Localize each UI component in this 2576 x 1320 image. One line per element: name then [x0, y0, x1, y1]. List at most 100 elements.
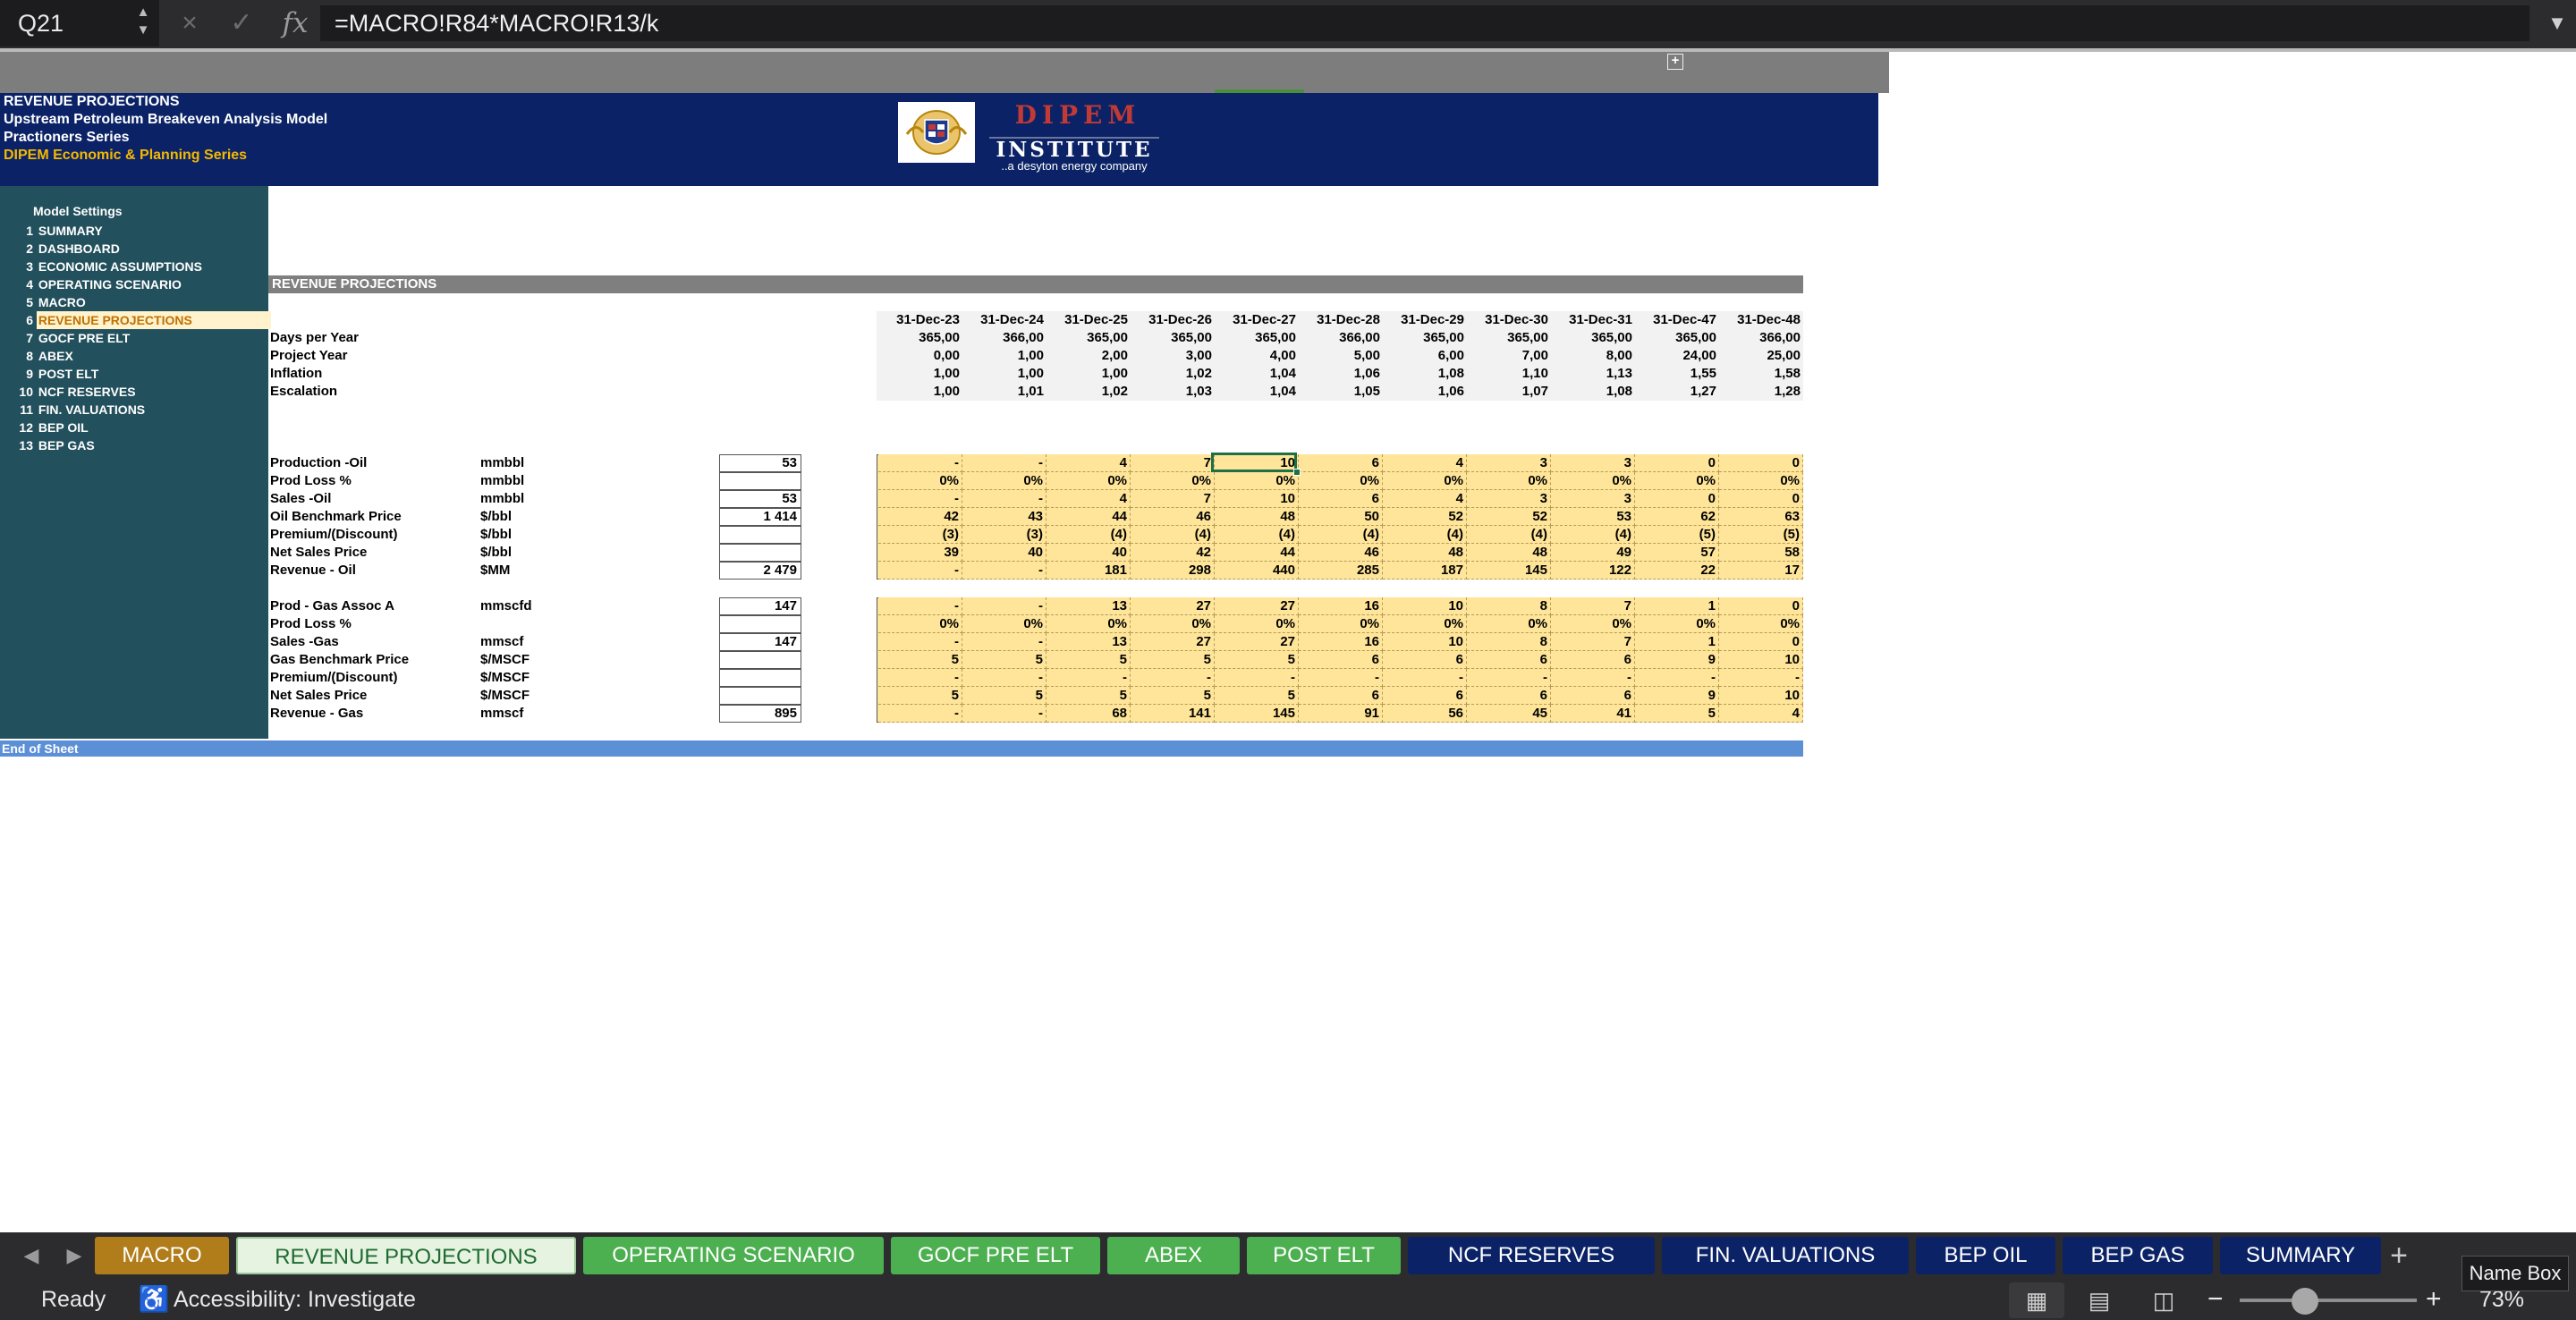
projection-cell[interactable]: 48 [1215, 508, 1299, 526]
projection-cell[interactable]: 0% [1046, 472, 1131, 490]
tab-operating-scenario[interactable]: OPERATING SCENARIO [583, 1237, 884, 1274]
timeline-cell[interactable]: 0,00 [878, 347, 962, 365]
projection-cell[interactable]: 43 [962, 508, 1046, 526]
projection-cell[interactable]: 3 [1551, 490, 1635, 508]
revenue-cell[interactable]: 145 [1215, 705, 1299, 723]
date-header[interactable]: 31-Dec-28 [1299, 311, 1383, 329]
timeline-cell[interactable]: 24,00 [1635, 347, 1719, 365]
timeline-cell[interactable]: 1,06 [1299, 365, 1383, 383]
projection-cell[interactable]: 6 [1299, 454, 1383, 472]
projection-cell[interactable]: 0 [1635, 490, 1719, 508]
revenue-cell[interactable]: 56 [1383, 705, 1467, 723]
accessibility-status[interactable]: Accessibility: Investigate [174, 1279, 416, 1320]
revenue-cell[interactable]: - [878, 705, 962, 723]
projection-cell[interactable]: - [1131, 669, 1215, 687]
timeline-cell[interactable]: 3,00 [1131, 347, 1215, 365]
projection-cell[interactable]: 0 [1719, 633, 1803, 651]
sidebar-item-fin-valuations[interactable]: 11 FIN. VALUATIONS [0, 401, 268, 419]
projection-cell[interactable]: 49 [1551, 544, 1635, 562]
timeline-cell[interactable]: 1,10 [1467, 365, 1551, 383]
projection-cell[interactable]: 0% [1383, 472, 1467, 490]
revenue-cell[interactable]: 122 [1551, 562, 1635, 580]
revenue-cell[interactable]: 285 [1299, 562, 1383, 580]
projection-cell[interactable]: 0% [1131, 615, 1215, 633]
projection-cell[interactable]: 10 [1383, 597, 1467, 615]
projection-cell[interactable]: 1 [1635, 633, 1719, 651]
projection-cell[interactable]: - [1215, 669, 1299, 687]
sidebar-item-summary[interactable]: 1 SUMMARY [0, 222, 268, 240]
timeline-cell[interactable]: 25,00 [1719, 347, 1803, 365]
projection-cell[interactable]: 42 [878, 508, 962, 526]
projection-cell[interactable]: 5 [878, 687, 962, 705]
projection-cell[interactable]: - [1719, 669, 1803, 687]
projection-cell[interactable]: - [1551, 669, 1635, 687]
projection-cell[interactable]: 27 [1215, 597, 1299, 615]
projection-cell[interactable]: 6 [1467, 651, 1551, 669]
date-header[interactable]: 31-Dec-24 [962, 311, 1046, 329]
revenue-cell[interactable]: - [962, 705, 1046, 723]
revenue-cell[interactable]: 181 [1046, 562, 1131, 580]
accessibility-icon[interactable]: ♿ [138, 1279, 170, 1320]
timeline-cell[interactable]: 1,00 [1046, 365, 1131, 383]
projection-cell[interactable]: - [962, 490, 1046, 508]
projection-cell[interactable]: 9 [1635, 687, 1719, 705]
projection-cell[interactable]: 52 [1467, 508, 1551, 526]
cancel-icon[interactable]: × [170, 0, 209, 47]
formula-input[interactable]: =MACRO!R84*MACRO!R13/k [320, 5, 2529, 41]
date-header[interactable]: 31-Dec-27 [1215, 311, 1299, 329]
projection-cell[interactable]: - [878, 490, 962, 508]
projection-cell[interactable]: 4 [1046, 490, 1131, 508]
projection-cell[interactable]: 10 [1719, 651, 1803, 669]
revenue-cell[interactable]: 5 [1635, 705, 1719, 723]
sidebar-item-dashboard[interactable]: 2 DASHBOARD [0, 240, 268, 258]
revenue-cell[interactable]: 45 [1467, 705, 1551, 723]
projection-cell[interactable]: 7 [1551, 633, 1635, 651]
revenue-cell[interactable]: 298 [1131, 562, 1215, 580]
timeline-cell[interactable]: 365,00 [1467, 329, 1551, 347]
projection-cell[interactable]: (5) [1719, 526, 1803, 544]
chevron-down-icon[interactable]: ▼ [2538, 0, 2576, 47]
projection-cell[interactable]: 46 [1131, 508, 1215, 526]
projection-cell[interactable]: 4 [1046, 454, 1131, 472]
projection-cell[interactable]: 0% [1719, 615, 1803, 633]
timeline-cell[interactable]: 1,00 [962, 347, 1046, 365]
projection-cell[interactable]: (5) [1635, 526, 1719, 544]
revenue-cell[interactable]: 17 [1719, 562, 1803, 580]
timeline-cell[interactable]: 1,00 [878, 365, 962, 383]
projection-cell[interactable]: 27 [1131, 633, 1215, 651]
projection-cell[interactable]: 0 [1719, 454, 1803, 472]
projection-cell[interactable]: 0% [1467, 472, 1551, 490]
sidebar-item-economic-assumptions[interactable]: 3 ECONOMIC ASSUMPTIONS [0, 258, 268, 275]
projection-cell[interactable]: 8 [1467, 597, 1551, 615]
timeline-cell[interactable]: 1,28 [1719, 383, 1803, 401]
projection-cell[interactable]: 0 [1719, 597, 1803, 615]
projection-cell[interactable]: 5 [1215, 687, 1299, 705]
revenue-cell[interactable]: 91 [1299, 705, 1383, 723]
projection-cell[interactable]: 6 [1383, 687, 1467, 705]
revenue-cell[interactable]: 41 [1551, 705, 1635, 723]
projection-cell[interactable]: 40 [962, 544, 1046, 562]
timeline-cell[interactable]: 365,00 [1046, 329, 1131, 347]
projection-cell[interactable]: 5 [1046, 687, 1131, 705]
timeline-cell[interactable]: 366,00 [1719, 329, 1803, 347]
projection-cell[interactable]: 8 [1467, 633, 1551, 651]
tab-revenue-projections[interactable]: REVENUE PROJECTIONS [236, 1237, 576, 1274]
projection-cell[interactable]: (3) [878, 526, 962, 544]
timeline-cell[interactable]: 365,00 [1635, 329, 1719, 347]
projection-cell[interactable]: 6 [1551, 651, 1635, 669]
projection-cell[interactable]: 16 [1299, 633, 1383, 651]
tab-ncf-reserves[interactable]: NCF RESERVES [1408, 1237, 1655, 1274]
revenue-cell[interactable]: 187 [1383, 562, 1467, 580]
projection-cell[interactable]: 57 [1635, 544, 1719, 562]
projection-cell[interactable]: 7 [1131, 454, 1215, 472]
projection-cell[interactable]: (4) [1046, 526, 1131, 544]
revenue-cell[interactable]: 4 [1719, 705, 1803, 723]
sidebar-item-bep-oil[interactable]: 12 BEP OIL [0, 419, 268, 436]
projection-cell[interactable]: 5 [1046, 651, 1131, 669]
projection-cell[interactable]: 4 [1383, 490, 1467, 508]
revenue-cell[interactable]: 440 [1215, 562, 1299, 580]
projection-cell[interactable]: 6 [1383, 651, 1467, 669]
projection-cell[interactable]: 62 [1635, 508, 1719, 526]
timeline-cell[interactable]: 1,04 [1215, 365, 1299, 383]
projection-cell[interactable]: 52 [1383, 508, 1467, 526]
